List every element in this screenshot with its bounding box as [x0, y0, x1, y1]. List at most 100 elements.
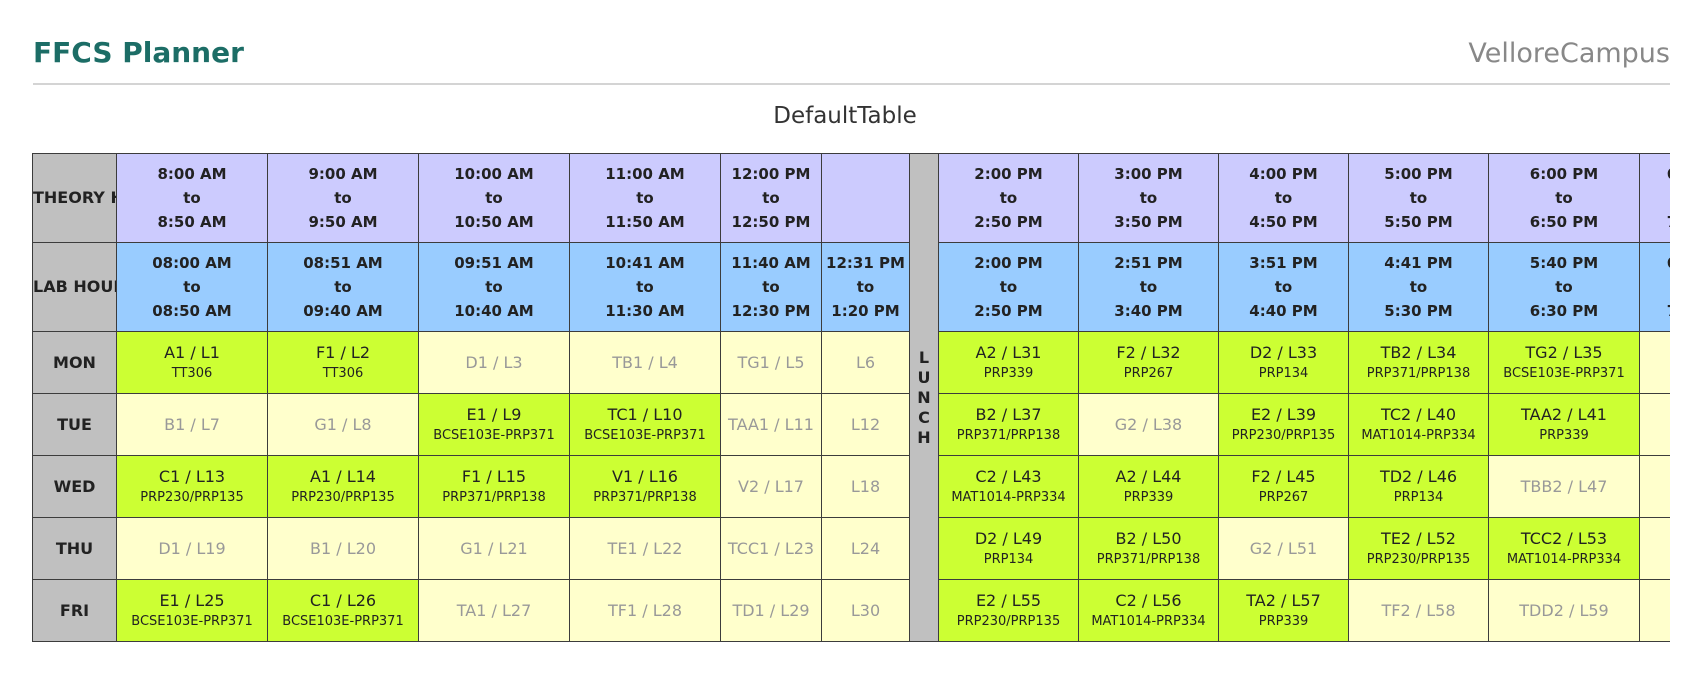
slot-cell[interactable]: F2 / L32 PRP267: [1078, 331, 1219, 394]
slot-cell[interactable]: F1 / L15 PRP371/PRP138: [418, 455, 570, 518]
slot-cell[interactable]: V1 / L16 PRP371/PRP138: [569, 455, 721, 518]
slot-label: F1 / L15: [461, 466, 527, 486]
slot-cell[interactable]: L12: [821, 393, 910, 456]
time-end: 08:50 AM: [152, 302, 232, 320]
slot-course: PRP371/PRP138: [956, 427, 1061, 443]
slot-label: L42: [1641, 414, 1671, 436]
slot-label: TB2 / L34: [1380, 342, 1457, 362]
slot-course: BCSE103E-PRP371: [584, 427, 706, 443]
slot-cell[interactable]: G1 / L8: [267, 393, 419, 456]
slot-cell[interactable]: L48: [1639, 455, 1670, 518]
time-start: 5:00 PM: [1384, 165, 1453, 183]
time-end: 6:50 PM: [1529, 213, 1599, 231]
slot-cell[interactable]: A2 / L31 PRP339: [938, 331, 1079, 394]
day-label: MON: [32, 331, 117, 394]
slot-label: TG1 / L5: [737, 352, 805, 372]
slot-label: D1 / L3: [465, 352, 523, 372]
app-title[interactable]: FFCS Planner: [33, 36, 244, 69]
slot-cell[interactable]: V2 / L17: [720, 455, 822, 518]
slot-cell[interactable]: B1 / L7: [116, 393, 268, 456]
day-label: TUE: [32, 393, 117, 456]
timetable: THEORY HOURS 8:00 AM to 8:50 AM 9:00 AM to 9:5…: [32, 153, 1670, 642]
slot-cell[interactable]: TC2 / L40 MAT1014-PRP334: [1348, 393, 1489, 456]
time-start: 11:00 AM: [605, 165, 685, 183]
slot-cell[interactable]: TC1 / L10 BCSE103E-PRP371: [569, 393, 721, 456]
day-label: THU: [32, 517, 117, 580]
lab-time-header: 3:51 PM to 4:40 PM: [1218, 242, 1349, 332]
slot-cell[interactable]: E2 / L39 PRP230/PRP135: [1218, 393, 1349, 456]
slot-cell[interactable]: D2 / L49 PRP134: [938, 517, 1079, 580]
slot-cell[interactable]: TE1 / L22: [569, 517, 721, 580]
slot-cell[interactable]: TD1 / L29: [720, 579, 822, 642]
slot-cell[interactable]: F1 / L2 TT306: [267, 331, 419, 394]
slot-cell[interactable]: L60: [1639, 579, 1670, 642]
slot-label: B2 / L37: [975, 404, 1042, 424]
time-start: 09:51 AM: [454, 254, 534, 272]
time-separator: to: [1274, 189, 1293, 207]
slot-cell[interactable]: E1 / L25 BCSE103E-PRP371: [116, 579, 268, 642]
slot-cell[interactable]: TA2 / L57 PRP339: [1218, 579, 1349, 642]
slot-cell[interactable]: E2 / L55 PRP230/PRP135: [938, 579, 1079, 642]
time-separator: to: [1555, 189, 1573, 207]
slot-cell[interactable]: TE2 / L52 PRP230/PRP135: [1348, 517, 1489, 580]
slot-label: D2 / L49: [974, 528, 1043, 548]
time-start: 12:00 PM: [731, 165, 811, 183]
slot-cell[interactable]: TDD2 / L59: [1488, 579, 1640, 642]
slot-cell[interactable]: G1 / L21: [418, 517, 570, 580]
slot-cell[interactable]: B2 / L50 PRP371/PRP138: [1078, 517, 1219, 580]
slot-cell[interactable]: F2 / L45 PRP267: [1218, 455, 1349, 518]
lab-time-header: 12:31 PM to 1:20 PM: [821, 242, 910, 332]
slot-course: PRP134: [1393, 489, 1444, 505]
slot-cell[interactable]: B2 / L37 PRP371/PRP138: [938, 393, 1079, 456]
slot-cell[interactable]: D2 / L33 PRP134: [1218, 331, 1349, 394]
time-separator: to: [334, 278, 352, 296]
slot-cell[interactable]: A2 / L44 PRP339: [1078, 455, 1219, 518]
slot-cell[interactable]: G2 / L51: [1218, 517, 1349, 580]
theory-time-header: 11:00 AM to 11:50 AM: [569, 153, 721, 243]
slot-cell[interactable]: TD2 / L46 PRP134: [1348, 455, 1489, 518]
slot-cell[interactable]: L6: [821, 331, 910, 394]
time-start: 5:40 PM: [1529, 254, 1599, 272]
slot-cell[interactable]: TF2 / L58: [1348, 579, 1489, 642]
slot-cell[interactable]: C1 / L13 PRP230/PRP135: [116, 455, 268, 518]
slot-cell[interactable]: TAA1 / L11: [720, 393, 822, 456]
slot-cell[interactable]: TCC2 / L53 MAT1014-PRP334: [1488, 517, 1640, 580]
slot-cell[interactable]: C2 / L56 MAT1014-PRP334: [1078, 579, 1219, 642]
slot-course: TT306: [171, 365, 213, 381]
slot-course: PRP267: [1258, 489, 1309, 505]
slot-label: C2 / L43: [975, 466, 1042, 486]
slot-course: BCSE103E-PRP371: [433, 427, 555, 443]
slot-cell[interactable]: TAA2 / L41 PRP339: [1488, 393, 1640, 456]
slot-cell[interactable]: A1 / L1 TT306: [116, 331, 268, 394]
slot-cell[interactable]: L24: [821, 517, 910, 580]
slot-cell[interactable]: D1 / L19: [116, 517, 268, 580]
slot-cell[interactable]: G2 / L38: [1078, 393, 1219, 456]
slot-cell[interactable]: L54: [1639, 517, 1670, 580]
slot-cell[interactable]: TB2 / L34 PRP371/PRP138: [1348, 331, 1489, 394]
slot-cell[interactable]: C1 / L26 BCSE103E-PRP371: [267, 579, 419, 642]
slot-cell[interactable]: L42: [1639, 393, 1671, 456]
slot-cell[interactable]: C2 / L43 MAT1014-PRP334: [938, 455, 1079, 518]
slot-cell[interactable]: TBB2 / L47: [1488, 455, 1640, 518]
slot-cell[interactable]: TCC1 / L23: [720, 517, 822, 580]
theory-time-header: 3:00 PM to 3:50 PM: [1078, 153, 1219, 243]
slot-cell[interactable]: TA1 / L27: [418, 579, 570, 642]
slot-cell[interactable]: L18: [821, 455, 910, 518]
slot-cell[interactable]: D1 / L3: [418, 331, 570, 394]
time-end: 10:40 AM: [454, 302, 534, 320]
slot-cell[interactable]: B1 / L20: [267, 517, 419, 580]
slot-cell[interactable]: E1 / L9 BCSE103E-PRP371: [418, 393, 570, 456]
day-row-wed: WED C1 / L13 PRP230/PRP135 A1 / L14 PRP230/P…: [32, 455, 1670, 518]
slot-cell[interactable]: L30: [821, 579, 910, 642]
slot-label: L18: [850, 476, 881, 496]
day-label: WED: [32, 455, 117, 518]
slot-cell[interactable]: A1 / L14 PRP230/PRP135: [267, 455, 419, 518]
slot-cell[interactable]: L36: [1639, 331, 1670, 394]
slot-cell[interactable]: TF1 / L28: [569, 579, 721, 642]
time-start: 2:51 PM: [1114, 254, 1183, 272]
slot-cell[interactable]: TG1 / L5: [720, 331, 822, 394]
slot-label: E2 / L55: [975, 590, 1042, 610]
slot-cell[interactable]: TB1 / L4: [569, 331, 721, 394]
slot-cell[interactable]: TG2 / L35 BCSE103E-PRP371: [1488, 331, 1640, 394]
theory-time-header: 6:51 PMto7:00 PM: [1639, 153, 1670, 243]
